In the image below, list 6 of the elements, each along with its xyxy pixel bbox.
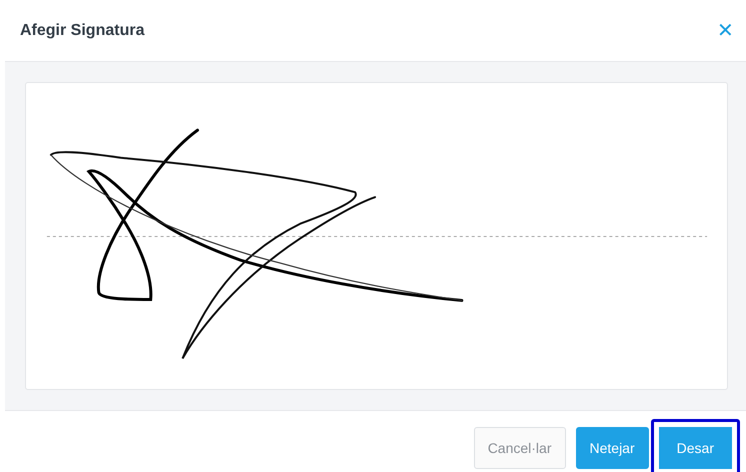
dialog-button[interactable]: Netejar	[576, 427, 649, 469]
dialog-button[interactable]: Cancel·lar	[474, 427, 566, 469]
signature-pad[interactable]	[25, 82, 728, 390]
close-button[interactable]: ✕	[717, 18, 734, 43]
dialog-title: Afegir Signatura	[20, 22, 144, 40]
dialog-button[interactable]: Desar	[650, 419, 740, 472]
